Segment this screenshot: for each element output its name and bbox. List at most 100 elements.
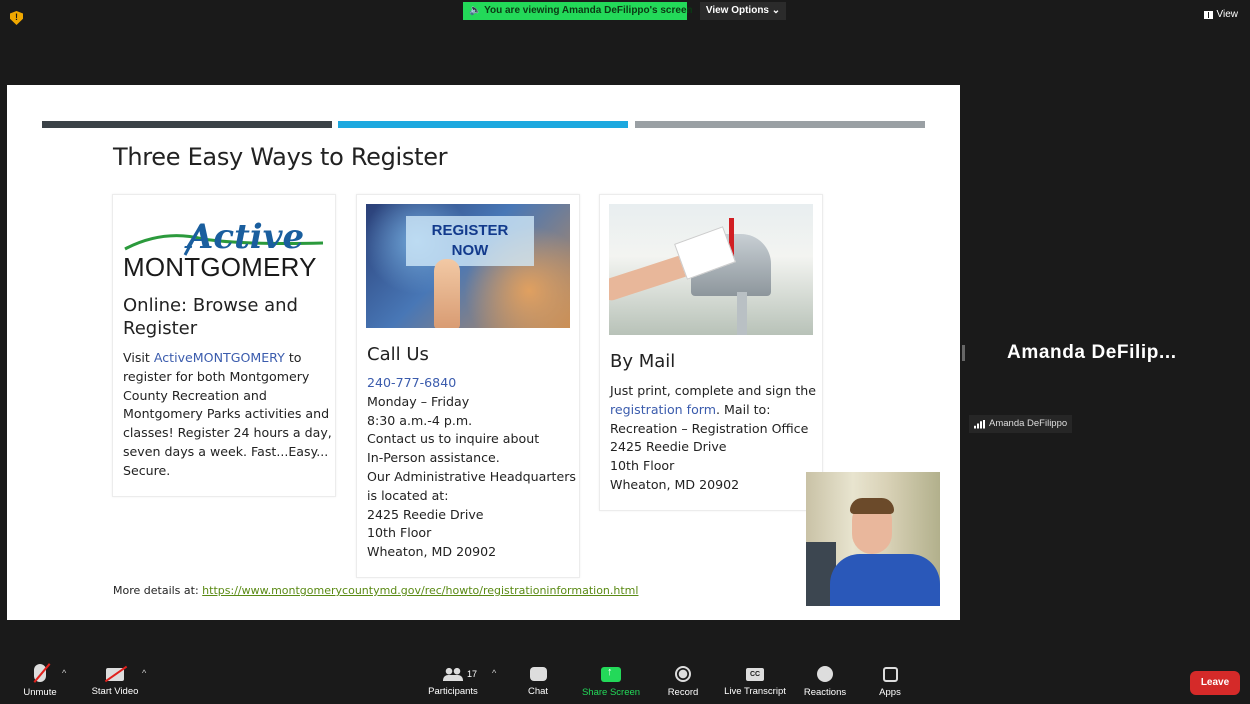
call-us-line: 2425 Reedie Drive bbox=[367, 506, 484, 522]
leave-meeting-button[interactable]: Leave bbox=[1190, 671, 1240, 695]
live-transcript-button[interactable]: CC Live Transcript bbox=[715, 664, 795, 697]
video-options-caret-icon[interactable]: ^ bbox=[142, 668, 146, 678]
mailbox-post-shape bbox=[737, 292, 747, 335]
unmute-button[interactable]: Unmute bbox=[0, 664, 80, 698]
online-body-line: Montgomery Parks activities and bbox=[123, 406, 330, 422]
online-body-line: register for both Montgomery bbox=[123, 368, 310, 384]
slide-bar-blue bbox=[338, 121, 628, 128]
call-us-line: Our Administrative Headquarters bbox=[367, 468, 576, 484]
more-details-label: More details at: bbox=[113, 584, 203, 597]
pointing-hand-icon bbox=[434, 259, 460, 328]
viewing-screen-banner: 🔈 You are viewing Amanda DeFilippo's scr… bbox=[463, 2, 693, 20]
call-us-title: Call Us bbox=[367, 344, 429, 365]
signal-strength-icon bbox=[974, 419, 985, 429]
active-montgomery-link[interactable]: ActiveMONTGOMERY bbox=[154, 350, 285, 365]
call-us-line: 10th Floor bbox=[367, 525, 432, 541]
view-options-button[interactable]: View Options ⌄ bbox=[700, 2, 786, 20]
start-video-label: Start Video bbox=[91, 686, 139, 697]
register-now-box: REGISTER NOW bbox=[406, 216, 534, 266]
by-mail-body: Just print, complete and sign the regist… bbox=[610, 382, 822, 495]
call-us-line: In-Person assistance. bbox=[367, 450, 500, 466]
slide-bar-dark bbox=[42, 121, 332, 128]
video-off-icon bbox=[106, 668, 124, 681]
participants-count-badge: 17 bbox=[467, 669, 478, 679]
mailbox-image bbox=[609, 204, 813, 335]
speaker-name-tag: Amanda DeFilippo bbox=[969, 415, 1073, 433]
slide-title: Three Easy Ways to Register bbox=[113, 143, 448, 171]
by-mail-card: By Mail Just print, complete and sign th… bbox=[599, 194, 823, 511]
participants-caret-icon[interactable]: ^ bbox=[492, 668, 496, 678]
reactions-label: Reactions bbox=[803, 687, 847, 698]
participants-button[interactable]: Participants bbox=[413, 664, 493, 697]
view-button[interactable]: View bbox=[1203, 9, 1238, 20]
call-us-line: 8:30 a.m.-4 p.m. bbox=[367, 412, 473, 428]
online-title-line: Online: Browse and bbox=[123, 295, 298, 316]
registration-form-link[interactable]: registration form bbox=[610, 402, 716, 417]
call-us-line: Contact us to inquire about bbox=[367, 431, 540, 447]
panel-resize-handle[interactable] bbox=[962, 345, 965, 361]
participant-video-thumbnail[interactable] bbox=[806, 472, 940, 606]
call-us-line: is located at: bbox=[367, 487, 449, 503]
call-us-card: REGISTER NOW Call Us 240-777-6840 Monday… bbox=[356, 194, 580, 578]
by-mail-line: Wheaton, MD 20902 bbox=[610, 476, 740, 492]
smiley-reaction-icon bbox=[817, 666, 833, 682]
record-icon bbox=[675, 666, 691, 682]
share-screen-icon bbox=[601, 666, 621, 682]
meeting-toolbar: Unmute ^ Start Video ^ Participants ^ Ch… bbox=[0, 660, 1250, 704]
registration-info-url-link[interactable]: https://www.montgomerycountymd.gov/rec/h… bbox=[202, 584, 638, 597]
zoom-meeting-window: ! 🔈 You are viewing Amanda DeFilippo's s… bbox=[0, 0, 1250, 704]
slide-bar-gray bbox=[635, 121, 925, 128]
active-speaker-name: Amanda DeFilip... bbox=[1007, 342, 1177, 363]
logo-montgomery-text: MONTGOMERY bbox=[123, 252, 317, 282]
by-mail-title: By Mail bbox=[610, 351, 676, 372]
active-montgomery-logo: Active MONTGOMERY bbox=[123, 217, 327, 285]
online-card-title: Online: Browse and Register bbox=[123, 294, 298, 340]
shirt-shape bbox=[830, 554, 940, 606]
participants-icon bbox=[443, 667, 463, 681]
online-body-line: to bbox=[284, 350, 302, 365]
register-now-line: NOW bbox=[451, 242, 489, 259]
by-mail-line: 2425 Reedie Drive bbox=[610, 439, 727, 455]
share-screen-label: Share Screen bbox=[581, 687, 641, 698]
closed-caption-icon: CC bbox=[746, 668, 764, 681]
record-button[interactable]: Record bbox=[643, 664, 723, 698]
online-register-card: Active MONTGOMERY Online: Browse and Reg… bbox=[112, 194, 336, 497]
call-us-line: Monday – Friday bbox=[367, 393, 470, 409]
speaker-name-tag-text: Amanda DeFilippo bbox=[989, 418, 1068, 429]
call-us-body: 240-777-6840 Monday – Friday 8:30 a.m.-4… bbox=[367, 374, 579, 562]
register-now-line: REGISTER bbox=[431, 222, 509, 239]
hair-shape bbox=[850, 498, 894, 514]
by-mail-line-suffix: . Mail to: bbox=[716, 401, 771, 417]
chat-bubble-icon bbox=[529, 667, 547, 681]
online-body-prefix: Visit bbox=[123, 350, 154, 365]
online-card-body: Visit ActiveMONTGOMERY to register for b… bbox=[123, 349, 335, 481]
security-shield-icon[interactable]: ! bbox=[10, 11, 23, 25]
online-body-line: seven days a week. Fast...Easy... bbox=[123, 443, 329, 459]
by-mail-line: 10th Floor bbox=[610, 458, 675, 474]
unmute-label: Unmute bbox=[23, 687, 57, 698]
register-now-image: REGISTER NOW bbox=[366, 204, 570, 328]
call-us-line: Wheaton, MD 20902 bbox=[367, 544, 497, 560]
apps-icon bbox=[882, 667, 898, 682]
logo-active-text: Active bbox=[187, 217, 305, 257]
online-body-line: County Recreation and bbox=[123, 387, 267, 403]
chat-button[interactable]: Chat bbox=[498, 664, 578, 697]
apps-label: Apps bbox=[879, 687, 901, 698]
by-mail-line: Just print, complete and sign the bbox=[610, 383, 817, 398]
live-transcript-label: Live Transcript bbox=[724, 686, 786, 697]
share-screen-button[interactable]: Share Screen bbox=[571, 664, 651, 698]
chat-label: Chat bbox=[527, 686, 549, 697]
online-body-line: classes! Register 24 hours a day, bbox=[123, 425, 332, 441]
grid-view-icon bbox=[1203, 10, 1213, 19]
phone-number-link[interactable]: 240-777-6840 bbox=[367, 374, 579, 393]
muted-microphone-icon bbox=[34, 664, 46, 682]
record-label: Record bbox=[667, 687, 699, 698]
audio-options-caret-icon[interactable]: ^ bbox=[62, 668, 66, 678]
apps-button[interactable]: Apps bbox=[850, 664, 930, 698]
online-body-line: Secure. bbox=[123, 462, 171, 478]
online-title-line: Register bbox=[123, 318, 198, 339]
by-mail-line: Recreation – Registration Office bbox=[610, 420, 809, 436]
more-details-line: More details at: https://www.montgomeryc… bbox=[113, 584, 638, 597]
participants-label: Participants bbox=[428, 686, 478, 697]
viewing-banner-text: You are viewing Amanda DeFilippo's scree… bbox=[484, 5, 693, 16]
